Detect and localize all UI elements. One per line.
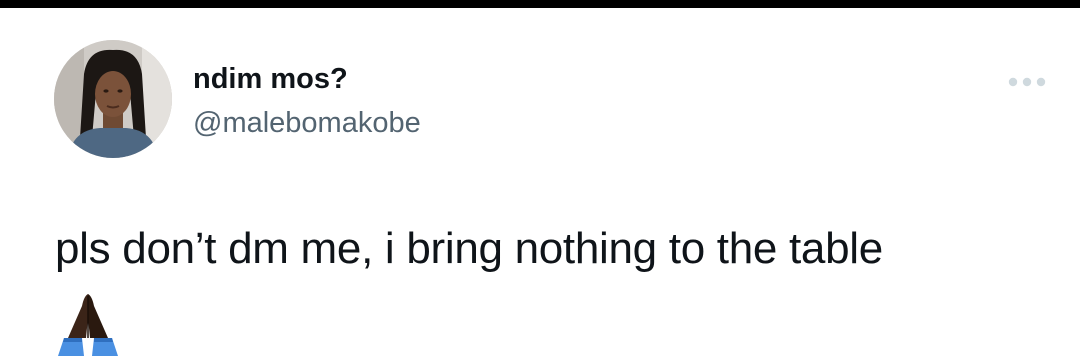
top-bar [0,0,1080,8]
more-horizontal-icon[interactable] [1004,72,1050,92]
tweet-text: pls don’t dm me, i bring nothing to the … [55,224,883,273]
avatar-image [54,40,172,158]
avatar[interactable] [54,40,172,158]
folded-hands-icon [58,292,118,356]
tweet-card: ndim mos? @malebomakobe pls don’t dm me,… [0,8,1080,360]
display-name[interactable]: ndim mos? [193,63,348,96]
user-handle[interactable]: @malebomakobe [193,107,421,140]
